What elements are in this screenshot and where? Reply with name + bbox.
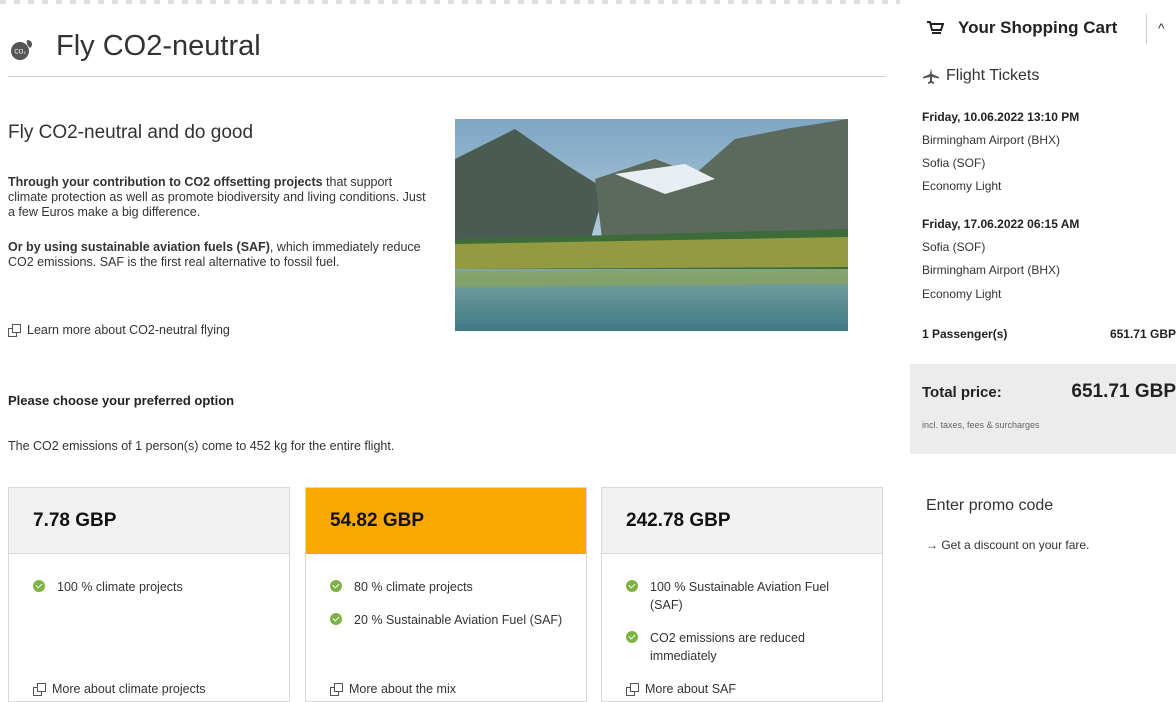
saf-paragraph-bold: Or by using sustainable aviation fuels (… bbox=[8, 240, 270, 254]
more-saf-link[interactable]: More about SAF bbox=[626, 682, 736, 696]
check-icon bbox=[33, 580, 45, 592]
total-label: Total price: bbox=[922, 384, 1002, 401]
more-mix-label: More about the mix bbox=[349, 682, 456, 696]
passengers-row: 1 Passenger(s) 651.71 GBP bbox=[922, 327, 1176, 341]
option-price: 242.78 GBP bbox=[602, 488, 882, 554]
cart-header[interactable]: Your Shopping Cart ^ bbox=[910, 14, 1176, 44]
external-link-icon bbox=[330, 682, 343, 696]
external-link-icon bbox=[8, 323, 21, 337]
return-datetime: Friday, 17.06.2022 06:15 AM bbox=[922, 217, 1080, 231]
outbound-to: Sofia (SOF) bbox=[922, 156, 986, 170]
saf-paragraph: Or by using sustainable aviation fuels (… bbox=[8, 240, 428, 270]
feature-text: 100 % Sustainable Aviation Fuel (SAF) bbox=[650, 580, 830, 612]
cart-title: Your Shopping Cart bbox=[958, 18, 1118, 37]
cart-icon bbox=[927, 21, 944, 34]
option-price: 7.78 GBP bbox=[9, 488, 289, 554]
total-note: incl. taxes, fees & surcharges bbox=[922, 420, 1040, 430]
check-icon bbox=[330, 580, 342, 592]
choose-option-heading: Please choose your preferred option bbox=[8, 393, 235, 408]
page-title: Fly CO2-neutral bbox=[56, 30, 261, 62]
shopping-cart-sidebar: Your Shopping Cart ^ Flight Tickets Frid… bbox=[910, 0, 1176, 702]
feature-item: 100 % climate projects bbox=[33, 578, 269, 596]
passengers-label: 1 Passenger(s) bbox=[922, 327, 1008, 341]
offset-paragraph: Through your contribution to CO2 offsett… bbox=[8, 175, 428, 220]
svg-text:CO₂: CO₂ bbox=[14, 50, 26, 56]
option-card-mix[interactable]: 54.82 GBP 80 % climate projects 20 % Sus… bbox=[305, 487, 587, 702]
learn-more-label: Learn more about CO2-neutral flying bbox=[27, 323, 230, 337]
external-link-icon bbox=[33, 682, 46, 696]
feature-item: CO2 emissions are reduced immediately bbox=[626, 629, 862, 665]
glacier-lake-image bbox=[455, 119, 848, 331]
outbound-from: Birmingham Airport (BHX) bbox=[922, 133, 1061, 147]
external-link-icon bbox=[626, 682, 639, 696]
more-climate-label: More about climate projects bbox=[52, 682, 206, 696]
feature-item: 80 % climate projects bbox=[330, 578, 566, 596]
option-card-climate[interactable]: 7.78 GBP 100 % climate projects More abo… bbox=[8, 487, 290, 702]
check-icon bbox=[330, 613, 342, 625]
more-mix-link[interactable]: More about the mix bbox=[330, 682, 456, 696]
option-card-saf[interactable]: 242.78 GBP 100 % Sustainable Aviation Fu… bbox=[601, 487, 883, 702]
option-price: 54.82 GBP bbox=[306, 488, 586, 554]
intro-heading: Fly CO2-neutral and do good bbox=[8, 122, 254, 143]
feature-text: 20 % Sustainable Aviation Fuel (SAF) bbox=[354, 613, 563, 627]
chevron-up-icon[interactable]: ^ bbox=[1158, 20, 1165, 36]
divider bbox=[1146, 14, 1147, 44]
flight-tickets-label: Flight Tickets bbox=[922, 67, 1039, 85]
outbound-datetime: Friday, 10.06.2022 13:10 PM bbox=[922, 110, 1080, 124]
more-saf-label: More about SAF bbox=[645, 682, 737, 696]
offset-paragraph-bold: Through your contribution to CO2 offsett… bbox=[8, 175, 323, 189]
feature-text: 80 % climate projects bbox=[354, 580, 473, 594]
outbound-fare: Economy Light bbox=[922, 179, 1002, 193]
total-value: 651.71 GBP bbox=[1071, 381, 1176, 402]
promo-link[interactable]: → Get a discount on your fare. bbox=[926, 538, 1089, 552]
title-row: CO₂ Fly CO2-neutral bbox=[8, 30, 886, 77]
check-icon bbox=[626, 631, 638, 643]
main-content: CO₂ Fly CO2-neutral Fly CO2-neutral and … bbox=[8, 0, 886, 702]
feature-item: 100 % Sustainable Aviation Fuel (SAF) bbox=[626, 578, 862, 614]
co2-leaf-icon: CO₂ bbox=[11, 40, 32, 60]
return-to: Birmingham Airport (BHX) bbox=[922, 263, 1061, 277]
passengers-price: 651.71 GBP bbox=[1109, 327, 1176, 341]
more-climate-link[interactable]: More about climate projects bbox=[33, 682, 206, 696]
section-label: Flight Tickets bbox=[946, 67, 1040, 84]
return-fare: Economy Light bbox=[922, 287, 1002, 301]
check-icon bbox=[626, 580, 638, 592]
total-price-box: Total price: 651.71 GBP incl. taxes, fee… bbox=[910, 364, 1176, 454]
emissions-text: The CO2 emissions of 1 person(s) come to… bbox=[8, 439, 395, 453]
promo-heading: Enter promo code bbox=[926, 497, 1054, 514]
feature-text: 100 % climate projects bbox=[57, 580, 183, 594]
plane-icon bbox=[923, 68, 939, 84]
learn-more-link[interactable]: Learn more about CO2-neutral flying bbox=[8, 323, 230, 337]
feature-item: 20 % Sustainable Aviation Fuel (SAF) bbox=[330, 611, 566, 629]
feature-text: CO2 emissions are reduced immediately bbox=[650, 631, 805, 663]
return-from: Sofia (SOF) bbox=[922, 240, 986, 254]
